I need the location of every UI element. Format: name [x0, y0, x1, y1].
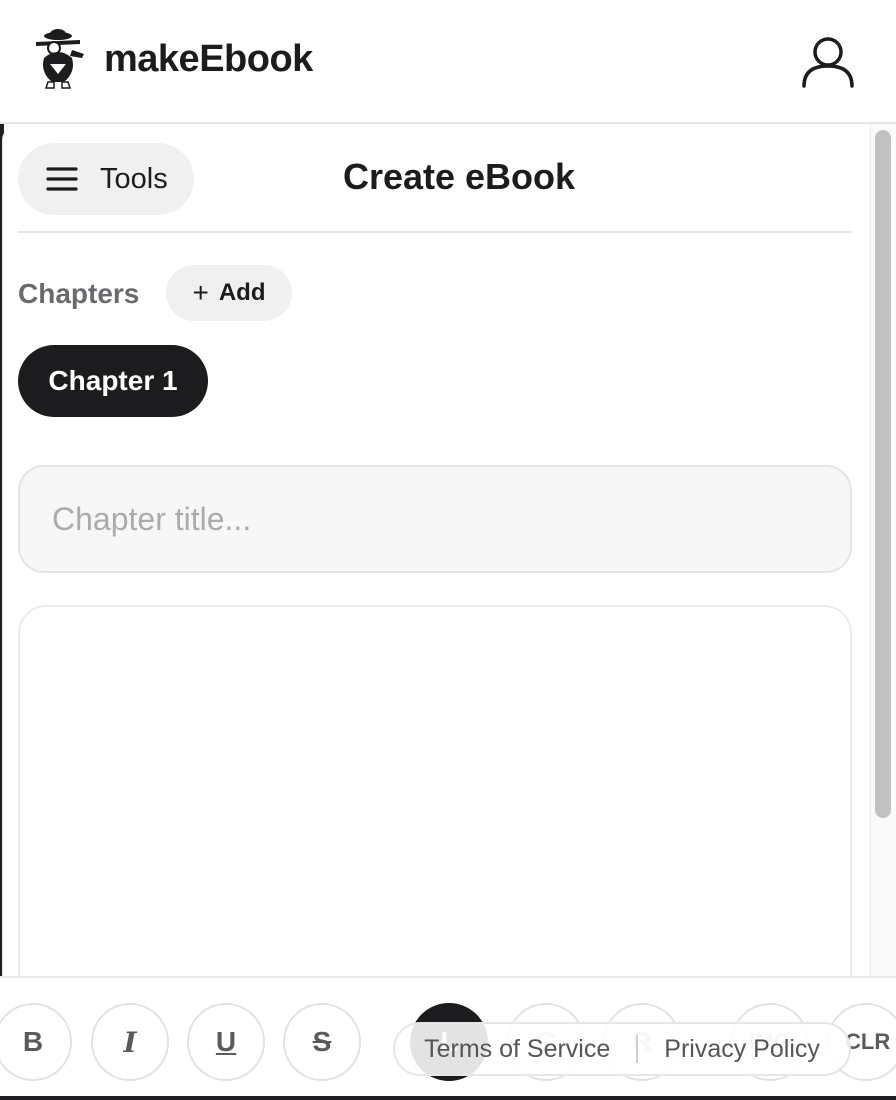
page-title: Create eBook [342, 156, 576, 197]
tools-label: Tools [100, 162, 168, 195]
account-button[interactable] [800, 34, 856, 90]
user-icon [802, 37, 854, 88]
chapter-tab-label: Chapter 1 [48, 365, 178, 396]
divider [18, 231, 852, 233]
privacy-policy-link[interactable]: Privacy Policy [664, 1035, 820, 1064]
italic-button[interactable]: I [91, 1003, 169, 1081]
underline-button[interactable]: U [187, 1003, 265, 1081]
chapter-tab-1[interactable]: Chapter 1 [18, 345, 208, 417]
strikethrough-button[interactable]: S [283, 1003, 361, 1081]
brand[interactable]: makeEbook [34, 28, 313, 90]
legal-links: Terms of Service Privacy Policy [393, 1022, 851, 1076]
mascot-logo-icon [36, 29, 84, 89]
chapter-title-input[interactable] [18, 465, 852, 573]
brand-name: makeEbook [104, 37, 313, 80]
chapters-label: Chapters [18, 278, 140, 309]
add-chapter-button[interactable]: + Add [166, 265, 292, 321]
app-header: makeEbook [0, 0, 896, 124]
plus-icon: + [192, 277, 209, 308]
add-chapter-label: Add [218, 279, 266, 306]
terms-of-service-link[interactable]: Terms of Service [424, 1035, 610, 1064]
tools-button[interactable]: Tools [18, 143, 194, 215]
frame-bottom-edge [0, 1096, 896, 1100]
hamburger-menu-icon [46, 167, 78, 191]
link-separator [636, 1035, 639, 1063]
scrollbar-thumb[interactable] [875, 130, 891, 818]
